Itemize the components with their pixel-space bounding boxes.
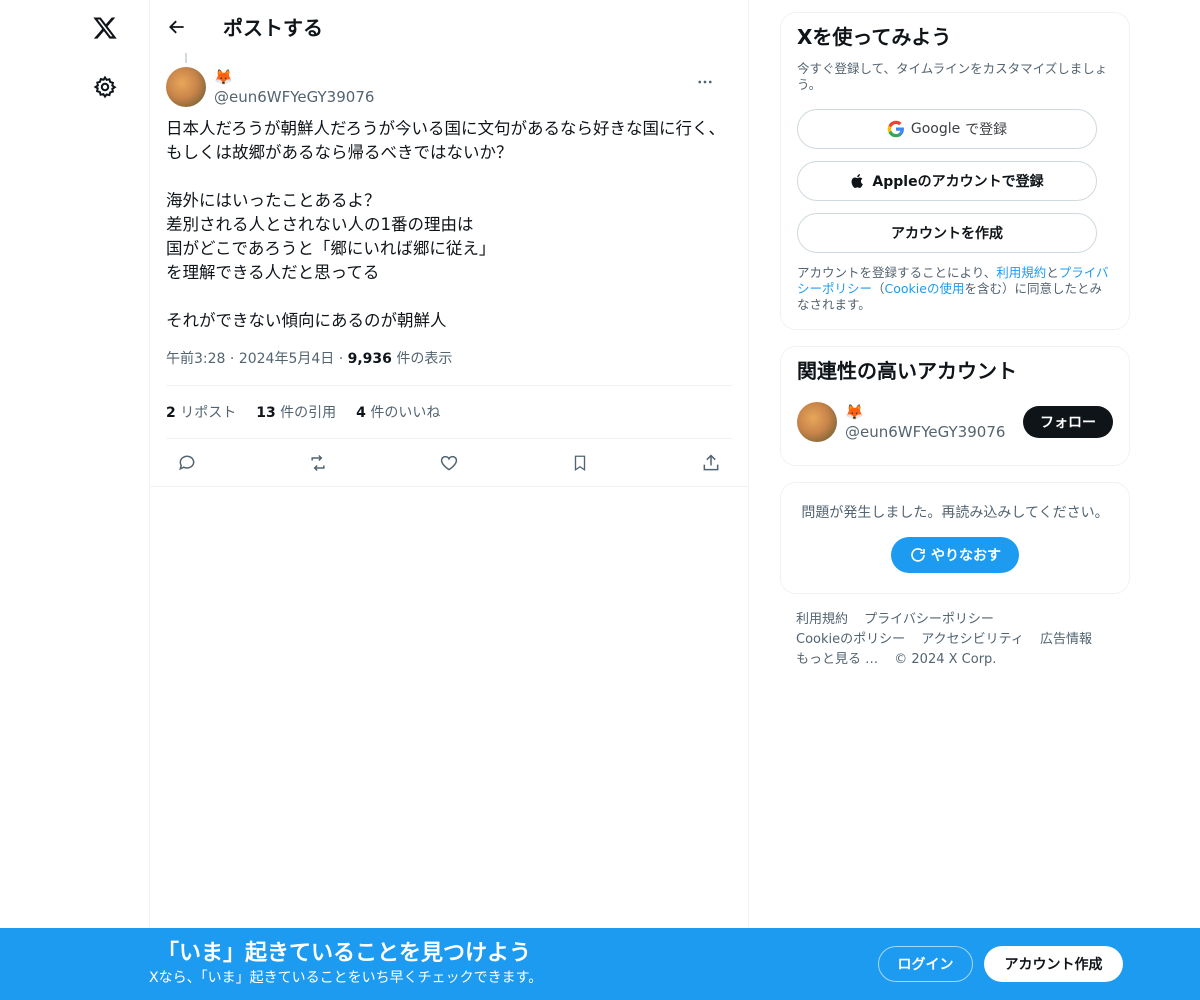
meta-separator: · bbox=[229, 351, 239, 367]
google-suffix: で登録 bbox=[965, 122, 1008, 138]
left-nav bbox=[0, 0, 150, 1000]
avatar[interactable] bbox=[797, 402, 837, 442]
quotes-stat[interactable]: 13 件の引用 bbox=[256, 402, 336, 422]
tweet-date[interactable]: 2024年5月4日 bbox=[239, 351, 334, 367]
related-name[interactable]: 🦊 bbox=[845, 402, 1023, 422]
google-label: Google bbox=[910, 121, 961, 137]
tweet-author: 🦊 @eun6WFYeGY39076 bbox=[166, 53, 732, 109]
bottom-bar-title: 「いま」起きていることを見つけよう bbox=[157, 941, 532, 966]
right-sidebar: Xを使ってみよう 今すぐ登録して、タイムラインをカスタマイズしましょう。 Goo… bbox=[780, 12, 1130, 670]
legal-paren: （ bbox=[872, 281, 885, 296]
bottom-signup-bar: 「いま」起きていることを見つけよう Xなら、「いま」起きていることをいち早くチェ… bbox=[0, 928, 1200, 1000]
apple-signup-button[interactable]: Appleのアカウントで登録 bbox=[797, 161, 1097, 201]
footer-accessibility-link[interactable]: アクセシビリティ bbox=[921, 632, 1024, 647]
copyright: © 2024 X Corp. bbox=[894, 652, 997, 667]
avatar[interactable] bbox=[166, 67, 206, 107]
back-arrow-icon[interactable] bbox=[166, 16, 188, 38]
retry-label: やりなおす bbox=[931, 548, 1001, 564]
apple-label: Appleのアカウントで登録 bbox=[872, 174, 1044, 190]
tweet-stats: 2 リポスト 13 件の引用 4 件のいいね bbox=[166, 385, 732, 439]
signup-title: Xを使ってみよう bbox=[797, 25, 952, 49]
reply-icon[interactable] bbox=[172, 448, 202, 478]
legal-and: と bbox=[1046, 265, 1059, 280]
related-account[interactable]: 🦊 @eun6WFYeGY39076 フォロー bbox=[797, 395, 1113, 449]
reposts-label: リポスト bbox=[180, 405, 237, 421]
share-icon[interactable] bbox=[696, 448, 726, 478]
likes-stat[interactable]: 4 件のいいね bbox=[356, 402, 440, 422]
x-logo-icon[interactable] bbox=[88, 12, 122, 44]
author-name[interactable]: 🦊 bbox=[214, 67, 374, 87]
legal-text: アカウントを登録することにより、利用規約とプライバシーポリシー（Cookieの使… bbox=[797, 265, 1113, 313]
more-options-icon[interactable] bbox=[694, 71, 716, 93]
footer-more-link[interactable]: もっと見る … bbox=[796, 652, 878, 667]
google-icon bbox=[887, 120, 904, 138]
error-card: 問題が発生しました。再読み込みしてください。 やりなおす bbox=[780, 482, 1130, 594]
error-message: 問題が発生しました。再読み込みしてください。 bbox=[801, 505, 1109, 521]
tweet-actions bbox=[166, 439, 732, 486]
footer-links: 利用規約 プライバシーポリシー Cookieのポリシー アクセシビリティ 広告情… bbox=[780, 610, 1130, 670]
reposts-count: 2 bbox=[166, 405, 176, 421]
bookmark-icon[interactable] bbox=[565, 448, 595, 478]
login-button[interactable]: ログイン bbox=[878, 946, 973, 982]
quotes-label: 件の引用 bbox=[280, 405, 337, 421]
quotes-count: 13 bbox=[256, 405, 276, 421]
retry-button[interactable]: やりなおす bbox=[891, 537, 1019, 573]
create-account-button[interactable]: アカウントを作成 bbox=[797, 213, 1097, 253]
signup-card: Xを使ってみよう 今すぐ登録して、タイムラインをカスタマイズしましょう。 Goo… bbox=[780, 12, 1130, 330]
footer-terms-link[interactable]: 利用規約 bbox=[796, 612, 848, 627]
gear-icon[interactable] bbox=[90, 72, 120, 102]
signup-button[interactable]: アカウント作成 bbox=[984, 946, 1123, 982]
tweet-meta: 午前3:28 · 2024年5月4日 · 9,936 件の表示 bbox=[166, 347, 732, 371]
views-count: 9,936 bbox=[347, 351, 392, 367]
page-title: ポストする bbox=[223, 16, 323, 40]
tweet: 🦊 @eun6WFYeGY39076 日本人だろうが朝鮮人だろうが今いる国に文句… bbox=[150, 53, 748, 487]
cookie-link[interactable]: Cookieの使用 bbox=[885, 281, 965, 296]
legal-prefix: アカウントを登録することにより、 bbox=[797, 265, 997, 280]
page-header: ポストする bbox=[150, 0, 748, 53]
likes-label: 件のいいね bbox=[370, 405, 441, 421]
apple-icon bbox=[851, 174, 864, 188]
tweet-text: 日本人だろうが朝鮮人だろうが今いる国に文句があるなら好きな国に行く、もしくは故郷… bbox=[166, 119, 726, 330]
reposts-stat[interactable]: 2 リポスト bbox=[166, 402, 236, 422]
footer-privacy-link[interactable]: プライバシーポリシー bbox=[864, 612, 994, 627]
follow-button[interactable]: フォロー bbox=[1023, 406, 1113, 438]
author-handle[interactable]: @eun6WFYeGY39076 bbox=[214, 87, 374, 107]
refresh-icon bbox=[911, 548, 925, 562]
footer-ads-link[interactable]: 広告情報 bbox=[1040, 632, 1092, 647]
related-title: 関連性の高いアカウント bbox=[797, 359, 1017, 383]
views-label: 件の表示 bbox=[396, 351, 453, 367]
google-signup-button[interactable]: Google で登録 bbox=[797, 109, 1097, 149]
like-icon[interactable] bbox=[434, 448, 464, 478]
repost-icon[interactable] bbox=[303, 448, 333, 478]
bottom-bar-subtitle: Xなら、「いま」起きていることをいち早くチェックできます。 bbox=[149, 970, 543, 986]
signup-subtitle: 今すぐ登録して、タイムラインをカスタマイズしましょう。 bbox=[797, 61, 1108, 92]
meta-separator: · bbox=[338, 351, 348, 367]
divider bbox=[150, 486, 748, 487]
related-handle[interactable]: @eun6WFYeGY39076 bbox=[845, 422, 1023, 442]
terms-link[interactable]: 利用規約 bbox=[996, 265, 1046, 280]
tweet-time[interactable]: 午前3:28 bbox=[166, 351, 225, 367]
create-account-label: アカウントを作成 bbox=[891, 226, 1003, 242]
related-accounts-card: 関連性の高いアカウント 🦊 @eun6WFYeGY39076 フォロー bbox=[780, 346, 1130, 466]
main-column: ポストする 🦊 @eun6WFYeGY39076 日本人だろうが朝鮮人だろうが今… bbox=[149, 0, 749, 1000]
likes-count: 4 bbox=[356, 405, 366, 421]
footer-cookie-link[interactable]: Cookieのポリシー bbox=[796, 632, 905, 647]
